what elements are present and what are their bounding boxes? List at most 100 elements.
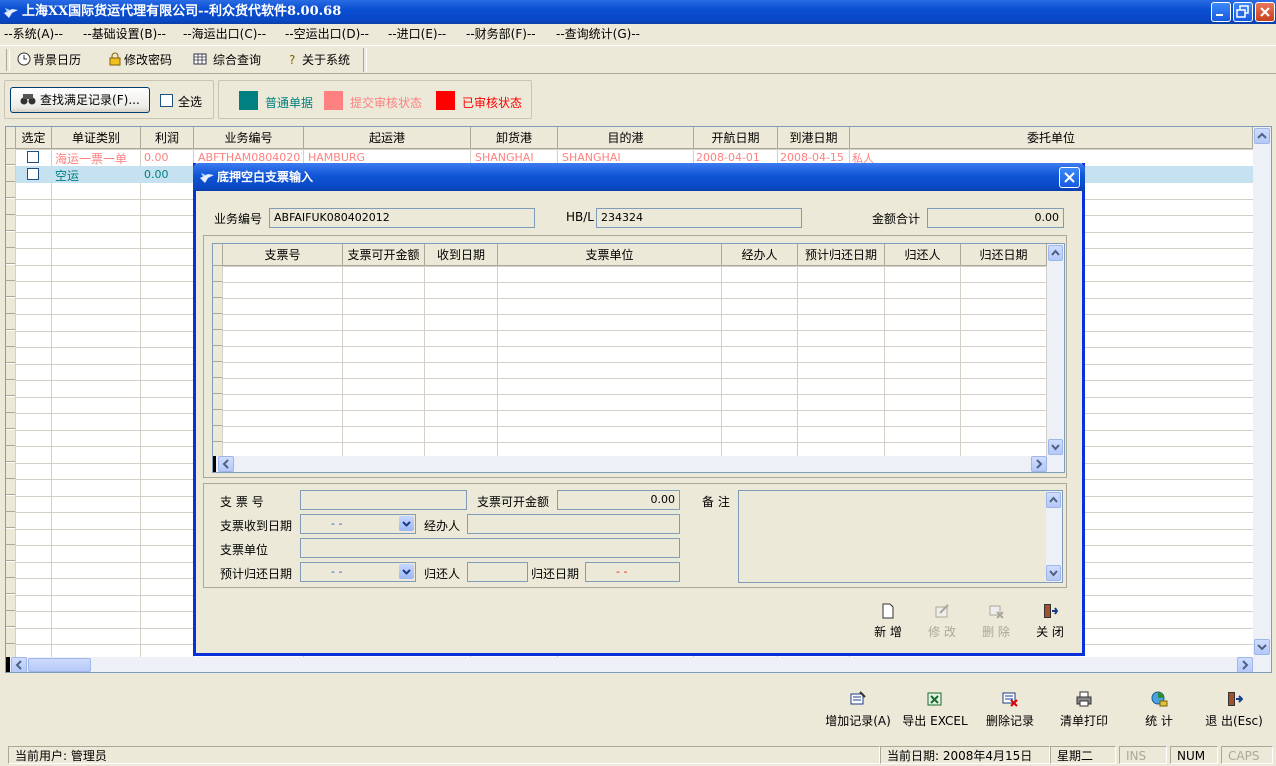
grid-vertical-scrollbar[interactable] [1253, 127, 1271, 657]
dialog-grid-column-line [222, 266, 223, 456]
select-all-checkbox[interactable] [160, 94, 173, 107]
row-select-checkbox[interactable] [27, 151, 39, 163]
returner-input[interactable] [467, 562, 528, 582]
col-header-cheque-no[interactable]: 支票号 [223, 244, 343, 266]
calendar-button[interactable]: 背景日历 [17, 50, 81, 70]
scroll-right-button[interactable] [1237, 657, 1253, 672]
cell-profit: 0.00 [144, 168, 169, 181]
menu-system[interactable]: --系统(A)-- [4, 24, 63, 44]
remark-label: 备 注 [702, 495, 730, 509]
remark-scroll-down-button[interactable] [1046, 565, 1061, 581]
change-password-button[interactable]: 修改密码 [108, 50, 172, 70]
delete-record-button[interactable]: 删除记录 [970, 690, 1050, 729]
col-header-returner[interactable]: 归还人 [885, 244, 961, 266]
scroll-down-button[interactable] [1254, 639, 1270, 655]
print-list-button[interactable]: 清单打印 [1044, 690, 1124, 729]
dialog-grid-column-line [960, 266, 961, 456]
received-date-dropdown[interactable] [399, 516, 414, 531]
col-header-dest-port[interactable]: 目的港 [558, 127, 694, 149]
col-header-biz-no[interactable]: 业务编号 [194, 127, 304, 149]
table-scroll-right-button[interactable] [1031, 456, 1047, 472]
scroll-left-button[interactable] [11, 657, 27, 672]
col-header-doc-type[interactable]: 单证类别 [52, 127, 141, 149]
grid-horizontal-scrollbar[interactable] [6, 657, 1271, 672]
status-bar: 当前用户: 管理员 当前日期: 2008年4月15日 星期二 INS NUM C… [0, 744, 1276, 766]
restore-button[interactable] [1233, 2, 1253, 22]
col-header-expected-return[interactable]: 预计归还日期 [798, 244, 885, 266]
return-date-input[interactable]: - - [585, 562, 680, 582]
col-header-client[interactable]: 委托单位 [850, 127, 1253, 149]
help-icon: ? [289, 53, 295, 66]
close-window-button[interactable] [1255, 2, 1275, 22]
app-logo-icon [4, 8, 18, 18]
col-header-profit[interactable]: 利润 [141, 127, 194, 149]
delete-record-label: 删除记录 [985, 714, 1034, 728]
exit-button[interactable]: 退 出(Esc) [1194, 690, 1274, 729]
col-header-arrival-date[interactable]: 到港日期 [778, 127, 850, 149]
dialog-close-x-button[interactable] [1059, 167, 1080, 188]
menu-sea-export[interactable]: --海运出口(C)-- [183, 24, 266, 44]
clock-icon [17, 52, 31, 66]
scroll-thumb[interactable] [28, 658, 91, 672]
dialog-grid-column-line [721, 266, 722, 456]
dialog-grid-row-line [213, 314, 1047, 315]
row-select-checkbox[interactable] [27, 168, 39, 180]
col-header-discharge-port[interactable]: 卸货港 [471, 127, 558, 149]
status-weekday: 星期二 [1050, 746, 1116, 764]
statistics-button[interactable]: 统 计 [1119, 690, 1199, 729]
dialog-grid-row-line [213, 426, 1047, 427]
legend-submitted-swatch [324, 91, 343, 110]
hbl-field[interactable]: 234324 [596, 208, 802, 228]
minimize-button[interactable] [1211, 2, 1231, 22]
table-scroll-up-button[interactable] [1048, 245, 1063, 261]
add-record-button[interactable]: 增加记录(A) [818, 690, 898, 729]
cheque-amount-input[interactable]: 0.00 [557, 490, 680, 510]
about-button[interactable]: ? 关于系统 [286, 50, 350, 70]
export-excel-button[interactable]: 导出 EXCEL [895, 690, 975, 729]
col-header-origin-port[interactable]: 起运港 [304, 127, 471, 149]
expected-return-dropdown[interactable] [399, 564, 414, 579]
statistics-label: 统 计 [1145, 714, 1173, 728]
biz-no-label: 业务编号 [214, 212, 263, 226]
cheque-no-input[interactable] [300, 490, 467, 510]
chevron-up-icon [1051, 249, 1060, 256]
find-records-button[interactable]: 查找满足记录(F)... [10, 87, 150, 113]
chevron-left-icon [15, 660, 22, 670]
handler-input[interactable] [467, 514, 680, 534]
col-header-received-date[interactable]: 收到日期 [425, 244, 498, 266]
combined-query-button[interactable]: 综合查询 [193, 50, 261, 70]
dialog-table-horizontal-scrollbar[interactable] [213, 456, 1064, 472]
remark-textarea[interactable] [738, 490, 1063, 583]
menu-import[interactable]: --进口(E)-- [388, 24, 446, 44]
received-date-picker[interactable]: - - [300, 514, 416, 534]
remark-scroll-up-button[interactable] [1046, 492, 1061, 508]
dialog-delete-button[interactable]: 删 除 [974, 603, 1018, 640]
chevron-up-icon [1257, 132, 1267, 139]
table-scroll-down-button[interactable] [1048, 439, 1063, 455]
dialog-close-button[interactable]: 关 闭 [1028, 603, 1072, 640]
menu-query-stats[interactable]: --查询统计(G)-- [556, 24, 640, 44]
expected-return-picker[interactable]: - - [300, 562, 416, 582]
biz-no-field[interactable]: ABFAIFUK080402012 [269, 208, 535, 228]
dialog-grid-column-line [497, 266, 498, 456]
dialog-add-button[interactable]: 新 增 [866, 603, 910, 640]
scroll-up-button[interactable] [1254, 128, 1270, 144]
menu-air-export[interactable]: --空运出口(D)-- [285, 24, 369, 44]
menu-basic-settings[interactable]: --基础设置(B)-- [83, 24, 166, 44]
dialog-edit-button[interactable]: 修 改 [920, 603, 964, 640]
find-records-label: 查找满足记录(F)... [40, 93, 140, 107]
col-header-sail-date[interactable]: 开航日期 [694, 127, 778, 149]
col-header-handler[interactable]: 经办人 [722, 244, 798, 266]
dialog-table-vertical-scrollbar[interactable] [1047, 244, 1064, 456]
col-header-select[interactable]: 选定 [16, 127, 52, 149]
table-scroll-left-button[interactable] [218, 456, 234, 472]
col-header-cheque-amount[interactable]: 支票可开金额 [343, 244, 425, 266]
total-amount-field[interactable]: 0.00 [927, 208, 1064, 228]
col-header-return-date[interactable]: 归还日期 [961, 244, 1047, 266]
legend-normal-swatch [239, 91, 258, 110]
chevron-right-icon [1036, 459, 1043, 469]
col-header-cheque-unit[interactable]: 支票单位 [498, 244, 722, 266]
remark-scrollbar[interactable] [1046, 491, 1062, 582]
cheque-unit-input[interactable] [300, 538, 680, 558]
menu-finance[interactable]: --财务部(F)-- [466, 24, 536, 44]
